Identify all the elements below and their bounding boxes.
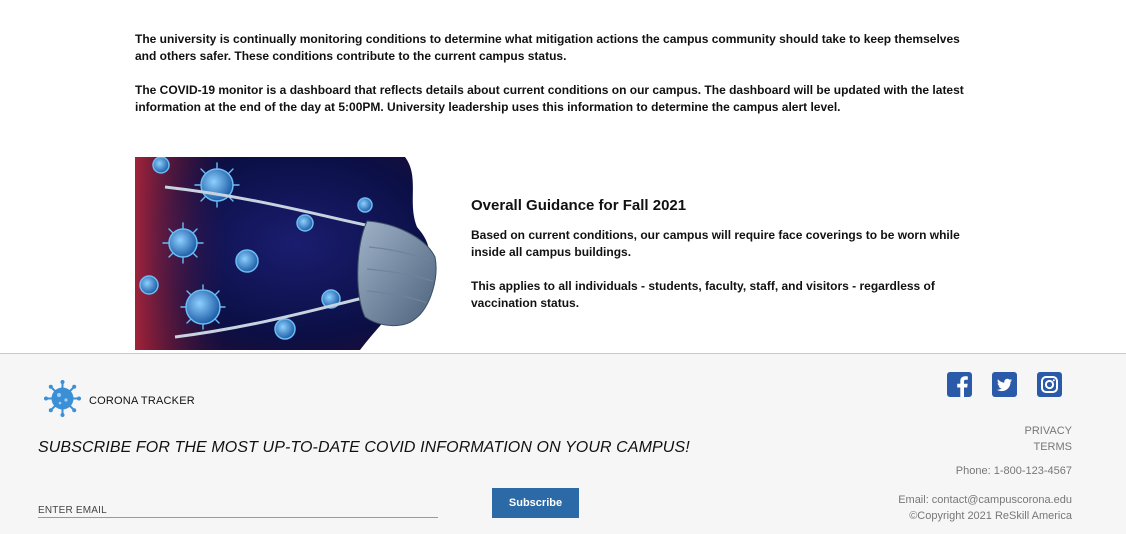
intro-section: The university is continually monitoring… — [135, 31, 965, 133]
virus-logo-icon — [44, 380, 81, 422]
instagram-icon[interactable] — [1037, 372, 1062, 397]
brand-name: CORONA TRACKER — [89, 395, 195, 407]
copyright-text: ©Copyright 2021 ReSkill America — [909, 510, 1072, 522]
page: The university is continually monitoring… — [0, 0, 1126, 534]
guidance-paragraph-2: This applies to all individuals - studen… — [471, 279, 935, 310]
phone-number: Phone: 1-800-123-4567 — [955, 465, 1072, 477]
terms-link[interactable]: TERMS — [1025, 439, 1073, 455]
email-field-container — [38, 500, 438, 519]
intro-paragraph-1: The university is continually monitoring… — [135, 32, 960, 63]
email-input[interactable] — [38, 502, 438, 519]
guidance-section: Overall Guidance for Fall 2021 Based on … — [471, 197, 991, 329]
guidance-title: Overall Guidance for Fall 2021 — [471, 197, 687, 214]
guidance-paragraph-1: Based on current conditions, our campus … — [471, 228, 960, 259]
privacy-link[interactable]: PRIVACY — [1025, 423, 1072, 439]
subscribe-button[interactable]: Subscribe — [492, 488, 579, 518]
intro-paragraph-2: The COVID-19 monitor is a dashboard that… — [135, 83, 964, 114]
contact-block: Email: contact@campuscorona.edu ©Copyrig… — [898, 492, 1072, 524]
twitter-icon[interactable] — [992, 372, 1017, 397]
site-footer: CORONA TRACKER SUBSCRIBE FOR THE MOST UP… — [0, 353, 1126, 534]
contact-email: Email: contact@campuscorona.edu — [898, 494, 1072, 506]
virus-mask-illustration — [135, 157, 438, 350]
subscribe-heading: SUBSCRIBE FOR THE MOST UP-TO-DATE COVID … — [38, 439, 690, 456]
footer-links: PRIVACY TERMS — [1025, 423, 1072, 455]
brand-logo-link[interactable]: CORONA TRACKER — [44, 380, 195, 422]
social-links — [947, 372, 1062, 397]
facebook-icon[interactable] — [947, 372, 972, 397]
